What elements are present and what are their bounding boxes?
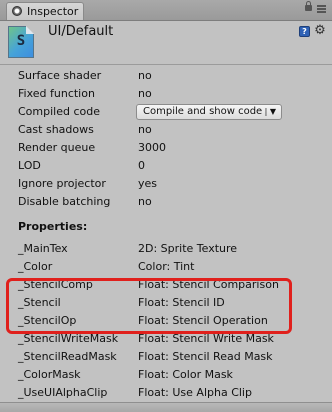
- info-label: Ignore projector: [18, 177, 106, 190]
- property-value: Float: Stencil Read Mask: [138, 350, 273, 363]
- info-label: LOD: [18, 159, 41, 172]
- property-row: _MainTex 2D: Sprite Texture: [18, 240, 318, 258]
- compile-and-show-code-button[interactable]: Compile and show code | ▼: [136, 104, 282, 120]
- property-value: Float: Color Mask: [138, 368, 233, 381]
- property-value: 2D: Sprite Texture: [138, 242, 238, 255]
- info-row-disable-batching: Disable batching no: [18, 193, 318, 211]
- info-label: Fixed function: [18, 87, 95, 100]
- gear-icon[interactable]: ⚙: [314, 24, 326, 37]
- property-name: _MainTex: [18, 242, 68, 255]
- info-value: no: [138, 123, 152, 136]
- dropdown-arrow-icon[interactable]: | ▼: [265, 105, 276, 119]
- property-name: _ColorMask: [18, 368, 81, 381]
- info-label: Compiled code: [18, 105, 100, 118]
- info-value: 0: [138, 159, 145, 172]
- property-value: Color: Tint: [138, 260, 195, 273]
- info-row-ignore-projector: Ignore projector yes: [18, 175, 318, 193]
- info-label: Disable batching: [18, 195, 111, 208]
- shader-icon: S: [8, 26, 34, 58]
- info-value: no: [138, 69, 152, 82]
- info-value: no: [138, 87, 152, 100]
- help-icon[interactable]: ?: [299, 26, 310, 37]
- info-row-fixed-function: Fixed function no: [18, 85, 318, 103]
- info-row-surface-shader: Surface shader no: [18, 67, 318, 85]
- tab-inspector[interactable]: Inspector: [6, 2, 84, 20]
- header-divider: [0, 64, 332, 65]
- lock-icon[interactable]: [305, 1, 312, 11]
- info-label: Render queue: [18, 141, 96, 154]
- page-title: UI/Default: [48, 24, 114, 39]
- property-row: _Color Color: Tint: [18, 258, 318, 276]
- property-name: _UseUIAlphaClip: [18, 386, 108, 399]
- property-row: _StencilReadMask Float: Stencil Read Mas…: [18, 348, 318, 366]
- info-label: Cast shadows: [18, 123, 94, 136]
- property-name: _Color: [18, 260, 53, 273]
- highlight-box: [6, 278, 292, 334]
- tab-label: Inspector: [27, 5, 79, 18]
- property-row: _UseUIAlphaClip Float: Use Alpha Clip: [18, 384, 318, 402]
- info-row-lod: LOD 0: [18, 157, 318, 175]
- info-value: yes: [138, 177, 158, 190]
- property-row: _ColorMask Float: Color Mask: [18, 366, 318, 384]
- tab-bar: Inspector: [0, 0, 332, 21]
- inspector-icon: [12, 6, 22, 16]
- menu-icon[interactable]: [317, 5, 326, 13]
- shader-icon-letter: S: [16, 33, 26, 49]
- property-name: _StencilReadMask: [18, 350, 117, 363]
- info-value: no: [138, 195, 152, 208]
- info-row-cast-shadows: Cast shadows no: [18, 121, 318, 139]
- info-value: 3000: [138, 141, 166, 154]
- property-value: Float: Use Alpha Clip: [138, 386, 252, 399]
- compile-button-label: Compile and show code: [143, 106, 263, 117]
- info-row-render-queue: Render queue 3000: [18, 139, 318, 157]
- info-label: Surface shader: [18, 69, 102, 82]
- inspector-header: S UI/Default ? ⚙: [0, 21, 332, 61]
- properties-heading: Properties:: [18, 220, 88, 233]
